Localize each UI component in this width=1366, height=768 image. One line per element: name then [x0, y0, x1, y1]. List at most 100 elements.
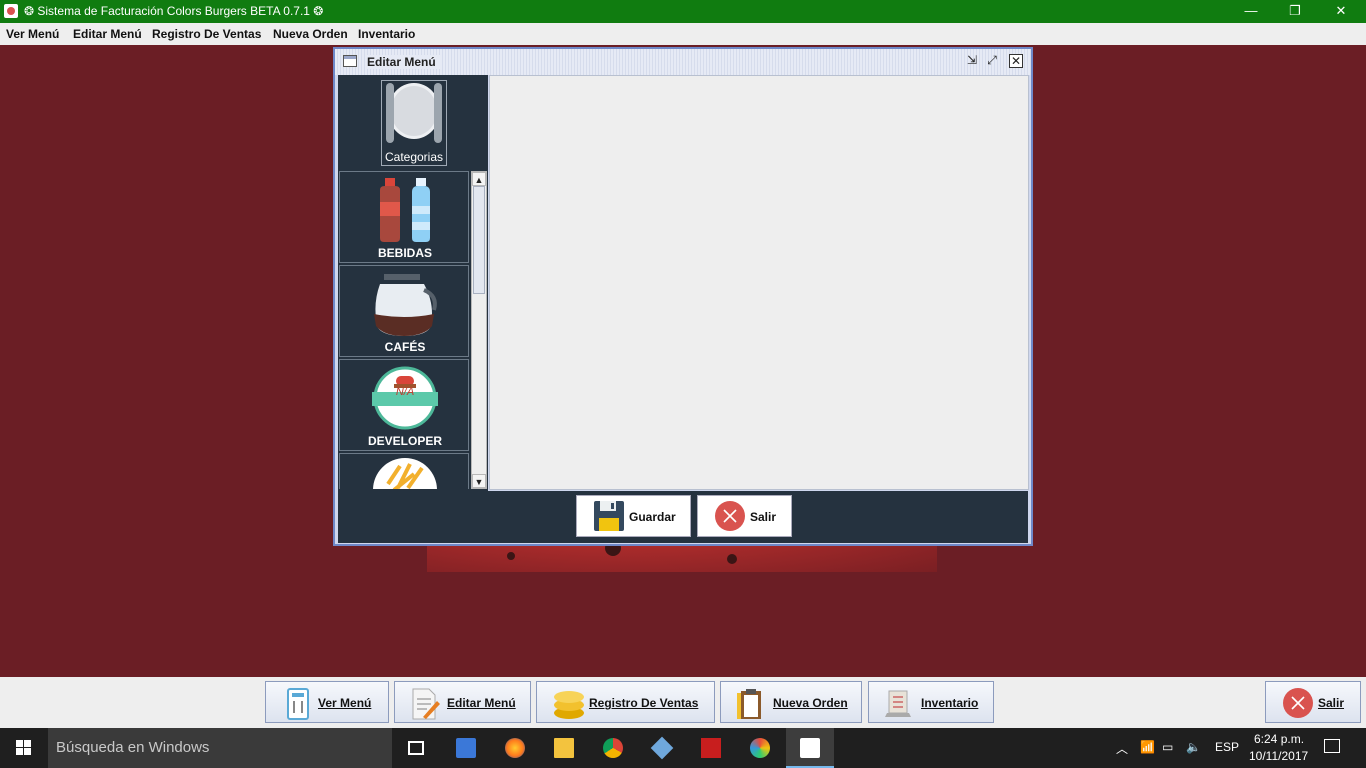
scroll-thumb[interactable]	[473, 186, 485, 294]
main-toolbar: Ver Menú Editar Menú Registro De Ventas …	[0, 677, 1366, 728]
nueva-orden-button[interactable]: Nueva Orden	[720, 681, 862, 723]
salir-main-label: Salir	[1318, 696, 1345, 710]
close-window-button[interactable]: ✕	[1318, 0, 1364, 23]
salir-main-button[interactable]: Salir	[1265, 681, 1361, 723]
inventory-icon	[885, 690, 911, 717]
folder-icon	[554, 738, 574, 758]
taskbar-app-paint[interactable]	[736, 728, 784, 768]
menu-inventario[interactable]: Inventario	[358, 27, 415, 41]
menu-ver-menu[interactable]: Ver Menú	[6, 27, 59, 41]
notifications-icon[interactable]	[1324, 739, 1340, 753]
start-button[interactable]	[0, 728, 48, 768]
dialog-title: Editar Menú	[367, 55, 442, 69]
fork-icon	[386, 83, 394, 143]
edit-document-icon	[412, 688, 440, 720]
menu-registro-ventas[interactable]: Registro De Ventas	[152, 27, 261, 41]
categories-button[interactable]: Categorias	[339, 76, 486, 168]
windows-taskbar: Búsqueda en Windows ︿ 📶 ▭ 🔈 ESP 6:24 p.m…	[0, 728, 1366, 768]
cube-icon	[650, 736, 674, 760]
menu-card-icon	[287, 688, 309, 720]
salir-dialog-label: Salir	[750, 510, 777, 524]
category-list: BEBIDAS CAFÉS N/A DEVELOPER	[339, 171, 469, 489]
taskbar-app-chrome[interactable]	[589, 728, 637, 768]
close-icon[interactable]: ✕	[1009, 54, 1023, 68]
firefox-icon	[505, 738, 525, 758]
menu-content-area	[489, 75, 1029, 490]
plate-icon	[388, 83, 440, 139]
close-circle-icon	[715, 501, 745, 531]
menubar: Ver Menú Editar Menú Registro De Ventas …	[0, 23, 1366, 45]
java-icon	[800, 738, 820, 758]
chrome-icon	[603, 738, 623, 758]
guardar-label: Guardar	[629, 510, 676, 524]
menu-nueva-orden[interactable]: Nueva Orden	[273, 27, 348, 41]
task-view-icon	[408, 741, 424, 755]
categories-frame: Categorias	[381, 80, 447, 166]
registro-ventas-button[interactable]: Registro De Ventas	[536, 681, 715, 723]
taskbar-app-explorer[interactable]	[540, 728, 588, 768]
category-item-developer[interactable]: N/A DEVELOPER	[339, 359, 469, 451]
fries-icon	[373, 458, 437, 489]
window-icon	[343, 55, 357, 67]
restore-icon[interactable]: ⇲	[965, 54, 979, 68]
ver-menu-button[interactable]: Ver Menú	[265, 681, 389, 723]
window-title: ❂ Sistema de Facturación Colors Burgers …	[24, 4, 324, 18]
category-panel: Categorias BEBIDAS CAFÉS N/A DEVELOPER ▲…	[338, 75, 488, 491]
na-badge-text: N/A	[395, 386, 415, 398]
remote-desktop-icon	[456, 738, 476, 758]
bebidas-label: BEBIDAS	[377, 246, 432, 260]
scroll-down-icon[interactable]: ▼	[472, 474, 486, 488]
coins-icon	[554, 691, 584, 719]
scroll-up-icon[interactable]: ▲	[472, 172, 486, 186]
nueva-orden-label: Nueva Orden	[773, 696, 848, 710]
developer-label: DEVELOPER	[367, 434, 442, 448]
search-placeholder: Búsqueda en Windows	[56, 739, 210, 756]
ver-menu-label: Ver Menú	[318, 696, 372, 710]
guardar-button[interactable]: Guardar	[576, 495, 691, 537]
taskbar-app-remote[interactable]	[442, 728, 490, 768]
windows-logo-icon	[16, 740, 31, 755]
language-indicator[interactable]: ESP	[1215, 740, 1239, 754]
pdf-icon	[701, 738, 721, 758]
task-view-button[interactable]	[392, 728, 440, 768]
taskbar-app-java[interactable]	[786, 728, 834, 768]
window-titlebar: ❂ Sistema de Facturación Colors Burgers …	[0, 0, 1366, 23]
taskbar-app-firefox[interactable]	[491, 728, 539, 768]
coffee-pot-icon	[374, 274, 437, 336]
inventario-label: Inventario	[921, 696, 979, 710]
cafes-label: CAFÉS	[384, 340, 426, 354]
category-scrollbar[interactable]: ▲ ▼	[471, 171, 487, 489]
clipboard-icon	[737, 689, 761, 719]
close-circle-icon	[1283, 688, 1313, 718]
taskbar-app-virtualbox[interactable]	[638, 728, 686, 768]
clock-date[interactable]: 10/11/2017	[1249, 749, 1308, 763]
java-app-icon	[4, 4, 18, 18]
knife-icon	[434, 83, 442, 143]
floppy-disk-icon	[594, 501, 624, 531]
minimize-button[interactable]: —	[1228, 0, 1274, 23]
salir-dialog-button[interactable]: Salir	[697, 495, 792, 537]
bottles-icon	[380, 178, 430, 242]
registro-ventas-label: Registro De Ventas	[589, 696, 699, 710]
editar-menu-button[interactable]: Editar Menú	[394, 681, 531, 723]
maximize-button[interactable]: ❐	[1272, 0, 1318, 23]
categories-label: Categorias	[384, 150, 444, 164]
network-icon[interactable]: 📶	[1140, 740, 1155, 754]
show-hidden-icons-icon[interactable]: ︿	[1116, 740, 1128, 757]
category-item-cafes[interactable]: CAFÉS	[339, 265, 469, 357]
battery-icon[interactable]: ▭	[1162, 740, 1173, 754]
maximize-icon[interactable]: ⤢	[985, 54, 999, 68]
editar-menu-dialog: Editar Menú ⇲ ⤢ ✕ Categorias BEBIDAS CAF…	[333, 47, 1033, 546]
dialog-action-bar: Guardar Salir	[338, 491, 1028, 543]
clock-time[interactable]: 6:24 p.m.	[1254, 732, 1304, 746]
volume-icon[interactable]: 🔈	[1186, 740, 1201, 754]
editar-menu-label: Editar Menú	[447, 696, 516, 710]
paint-icon	[750, 738, 770, 758]
dialog-titlebar[interactable]: Editar Menú ⇲ ⤢ ✕	[335, 49, 1031, 75]
taskbar-search[interactable]: Búsqueda en Windows	[48, 728, 392, 768]
inventario-button[interactable]: Inventario	[868, 681, 994, 723]
menu-editar-menu[interactable]: Editar Menú	[73, 27, 142, 41]
category-item-fries[interactable]	[339, 453, 469, 489]
category-item-bebidas[interactable]: BEBIDAS	[339, 171, 469, 263]
taskbar-app-acrobat[interactable]	[687, 728, 735, 768]
